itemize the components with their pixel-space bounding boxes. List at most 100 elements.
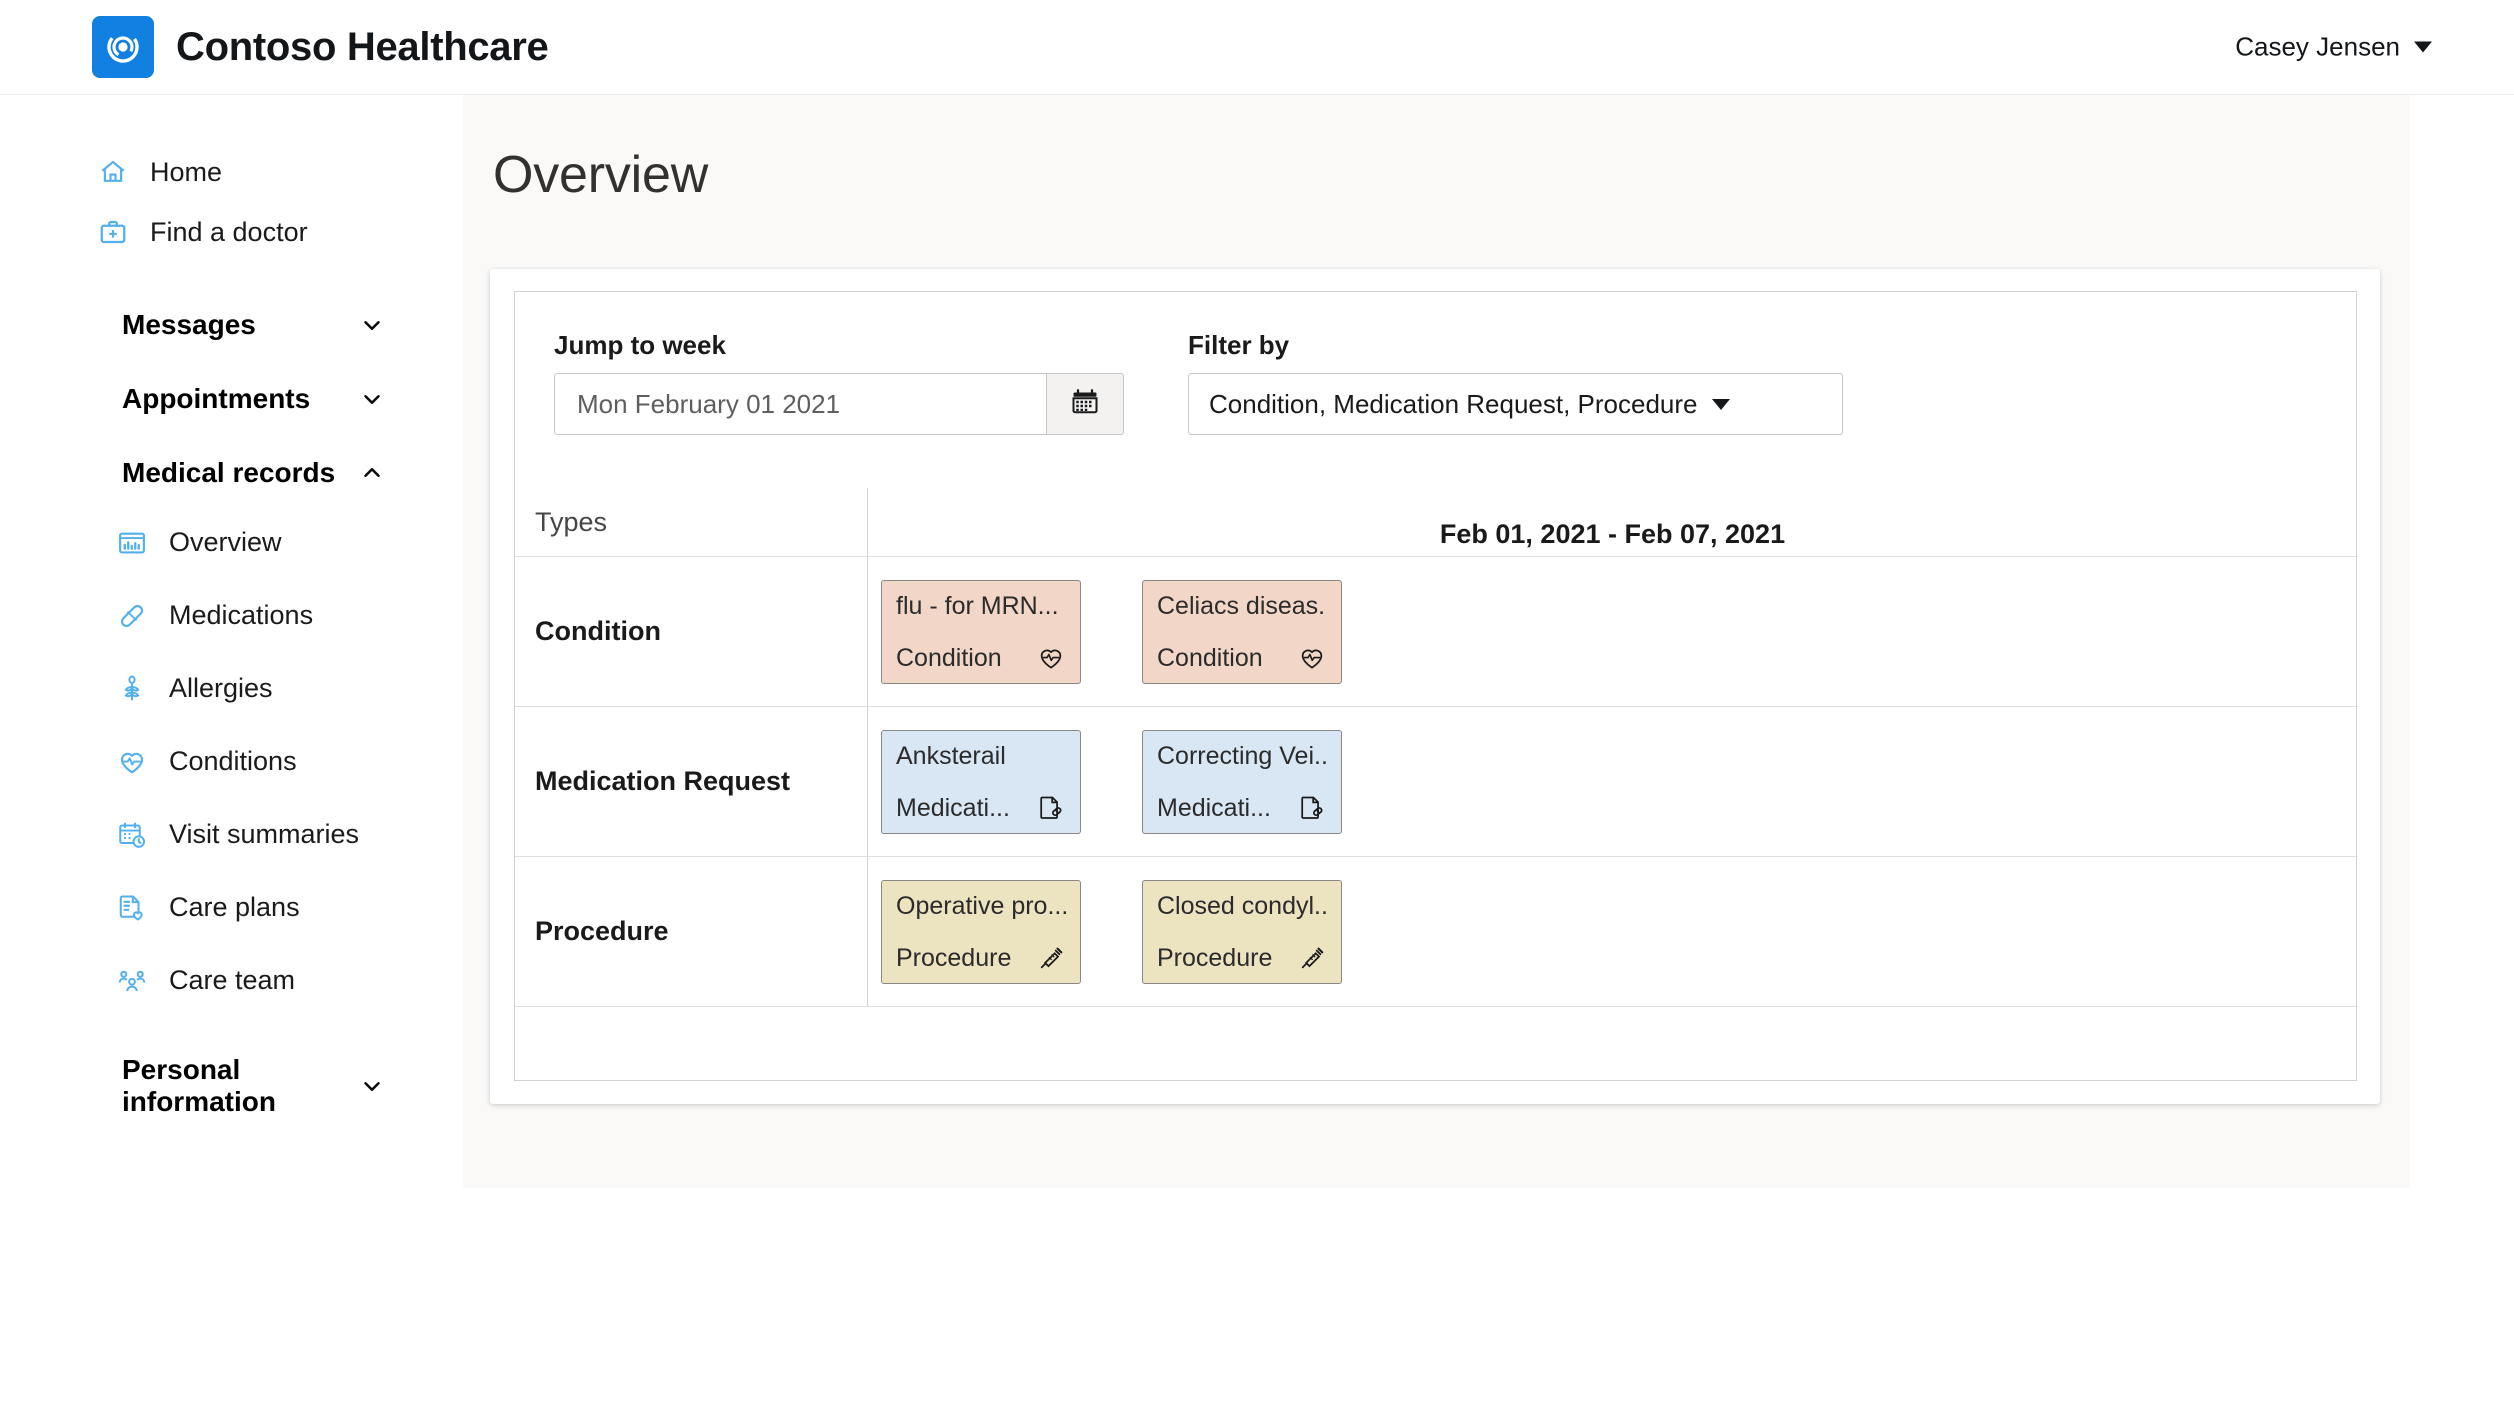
heart-pulse-icon	[116, 746, 148, 778]
card-type: Condition	[896, 643, 1002, 672]
sidebar-section-personal-information[interactable]: Personal information	[0, 1053, 463, 1119]
contoso-swirl-logo-icon	[92, 16, 154, 78]
card-type: Medicati...	[896, 793, 1010, 822]
chart-window-icon	[116, 527, 148, 559]
sidebar-item-find-a-doctor[interactable]: Find a doctor	[0, 202, 463, 262]
card-title: Operative pro...	[896, 893, 1066, 920]
filter-by-group: Filter by Condition, Medication Request,…	[1188, 330, 1843, 435]
timeline-container: Jump to week Mon February 01 2021 Filter…	[514, 291, 2358, 1081]
user-name: Casey Jensen	[2235, 31, 2400, 62]
prescription-doc-icon	[1036, 793, 1066, 823]
table-row: Medication Request Anksterail Medicati..…	[515, 706, 2358, 856]
syringe-icon	[1036, 943, 1066, 973]
home-icon	[98, 157, 128, 187]
timeline-card[interactable]: Celiacs diseas... Condition	[1142, 580, 1342, 684]
sidebar-item-care-plans[interactable]: Care plans	[0, 871, 463, 944]
people-team-icon	[116, 965, 148, 997]
sidebar-item-care-team[interactable]: Care team	[0, 944, 463, 1017]
main-content: Overview Jump to week Mon February 01 20…	[463, 95, 2410, 1188]
sidebar-item-label: Home	[150, 156, 223, 187]
sidebar-item-visit-summaries[interactable]: Visit summaries	[0, 798, 463, 871]
sidebar-section-label: Personal information	[122, 1054, 276, 1117]
sidebar-section-label: Messages	[122, 309, 256, 340]
sidebar-item-overview[interactable]: Overview	[0, 506, 463, 579]
sidebar-item-label: Conditions	[169, 746, 297, 776]
card-title: Correcting Vei...	[1157, 743, 1327, 770]
chevron-down-icon	[359, 1073, 385, 1099]
pill-icon	[116, 600, 148, 632]
chevron-down-icon	[359, 386, 385, 412]
card-title: Closed condyl...	[1157, 893, 1327, 920]
sidebar-item-medications[interactable]: Medications	[0, 579, 463, 652]
table-row-empty	[515, 1006, 2358, 1079]
brand[interactable]: Contoso Healthcare	[92, 16, 549, 78]
calendar-icon	[1070, 387, 1100, 422]
sidebar-item-label: Care plans	[169, 892, 300, 922]
sidebar-item-allergies[interactable]: Allergies	[0, 652, 463, 725]
app-header: Contoso Healthcare Casey Jensen	[0, 0, 2514, 95]
sidebar: Home Find a doctor Messages Appointments…	[0, 95, 463, 1418]
sidebar-item-label: Care team	[169, 965, 296, 995]
card-type: Condition	[1157, 643, 1263, 672]
sidebar-section-label: Appointments	[122, 383, 311, 414]
card-title: flu - for MRN...	[896, 593, 1059, 620]
row-type-label: Medication Request	[535, 766, 791, 796]
jump-to-week-label: Jump to week	[554, 330, 726, 360]
card-type: Procedure	[1157, 943, 1273, 972]
row-type-label: Condition	[535, 616, 661, 646]
controls-row: Jump to week Mon February 01 2021 Filter…	[515, 292, 2356, 435]
filter-by-value: Condition, Medication Request, Procedure	[1209, 388, 1698, 419]
plant-allergen-icon	[116, 673, 148, 705]
calendar-picker-button[interactable]	[1046, 373, 1124, 435]
sidebar-section-appointments[interactable]: Appointments	[0, 366, 463, 432]
column-divider	[867, 857, 868, 1006]
chevron-up-icon	[359, 460, 385, 486]
timeline-card[interactable]: Closed condyl... Procedure	[1142, 880, 1342, 984]
filter-by-dropdown[interactable]: Condition, Medication Request, Procedure	[1188, 373, 1843, 435]
sidebar-item-label: Visit summaries	[169, 819, 360, 849]
types-header: Types	[535, 506, 608, 537]
date-range-header: Feb 01, 2021 - Feb 07, 2021	[1439, 519, 1786, 549]
sidebar-item-label: Overview	[169, 527, 282, 557]
card-type: Medicati...	[1157, 793, 1271, 822]
chevron-down-icon	[2414, 41, 2432, 53]
sidebar-section-medical-records[interactable]: Medical records	[0, 440, 463, 506]
column-divider	[867, 557, 868, 706]
sidebar-item-label: Allergies	[169, 673, 273, 703]
timeline-table: Types Feb 01, 2021 - Feb 07, 2021 Condit…	[515, 488, 2358, 1079]
timeline-card[interactable]: Anksterail Medicati...	[881, 730, 1081, 834]
sidebar-item-home[interactable]: Home	[0, 142, 463, 202]
brand-name: Contoso Healthcare	[176, 24, 549, 69]
table-row: Condition flu - for MRN... Condition Cel…	[515, 556, 2358, 706]
document-heart-icon	[116, 892, 148, 924]
jump-to-week-group: Jump to week	[554, 330, 1124, 435]
column-divider	[867, 707, 868, 856]
syringe-icon	[1297, 943, 1327, 973]
table-row: Procedure Operative pro... Procedure Clo…	[515, 856, 2358, 1006]
overview-panel: Jump to week Mon February 01 2021 Filter…	[490, 269, 2380, 1104]
calendar-clock-icon	[116, 819, 148, 851]
timeline-card[interactable]: Operative pro... Procedure	[881, 880, 1081, 984]
chevron-down-icon	[359, 312, 385, 338]
chevron-down-icon	[1711, 398, 1730, 410]
card-type: Procedure	[896, 943, 1012, 972]
card-title: Anksterail	[896, 743, 1006, 770]
timeline-card[interactable]: Correcting Vei... Medicati...	[1142, 730, 1342, 834]
jump-to-week-input[interactable]	[554, 373, 1046, 435]
card-title: Celiacs diseas...	[1157, 593, 1327, 620]
filter-by-label: Filter by	[1188, 330, 1290, 360]
heart-pulse-icon	[1297, 643, 1327, 673]
sidebar-item-conditions[interactable]: Conditions	[0, 725, 463, 798]
prescription-doc-icon	[1297, 793, 1327, 823]
sidebar-item-label: Find a doctor	[150, 216, 308, 247]
sidebar-item-label: Medications	[169, 600, 314, 630]
user-menu[interactable]: Casey Jensen	[2235, 32, 2432, 63]
doctor-bag-icon	[98, 217, 128, 247]
page-title: Overview	[493, 146, 709, 204]
timeline-header-row: Types Feb 01, 2021 - Feb 07, 2021	[515, 488, 2358, 556]
sidebar-section-messages[interactable]: Messages	[0, 292, 463, 358]
heart-pulse-icon	[1036, 643, 1066, 673]
sidebar-section-label: Medical records	[122, 457, 336, 488]
timeline-card[interactable]: flu - for MRN... Condition	[881, 580, 1081, 684]
row-type-label: Procedure	[535, 916, 669, 946]
